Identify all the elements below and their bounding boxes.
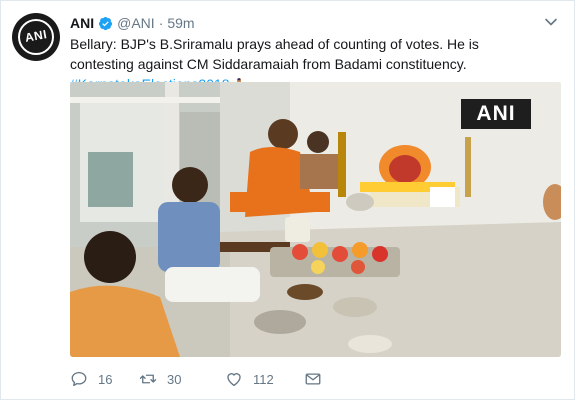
heart-icon <box>227 373 241 387</box>
tweet-timestamp[interactable]: 59m <box>167 15 194 31</box>
envelope-icon <box>305 373 321 385</box>
ani-watermark: ANI <box>461 99 531 129</box>
tweet-header: ANI @ANI · 59m <box>70 13 195 33</box>
author-handle[interactable]: @ANI <box>117 15 155 31</box>
like-count: 112 <box>253 371 274 387</box>
tweet-actions: 16 30 112 <box>70 369 322 389</box>
tweet-body: Bellary: BJP's B.Sriramalu prays ahead o… <box>70 36 479 72</box>
tweet-photo[interactable]: ANI <box>70 82 561 357</box>
reply-icon <box>71 371 87 387</box>
avatar[interactable]: ANI <box>12 13 60 61</box>
retweet-button[interactable]: 30 <box>139 370 225 388</box>
reply-count: 16 <box>98 371 113 387</box>
author-name[interactable]: ANI <box>70 15 94 31</box>
like-button[interactable]: 112 <box>225 370 304 388</box>
chevron-down-icon[interactable] <box>544 15 558 29</box>
reply-button[interactable]: 16 <box>70 370 139 388</box>
header-separator: · <box>158 15 164 31</box>
verified-badge-icon <box>99 16 113 30</box>
direct-message-button[interactable] <box>304 370 322 388</box>
tweet-card[interactable]: ANI ANI @ANI · 59m Bellary: BJP's B.Srir… <box>0 0 575 400</box>
retweet-count: 30 <box>167 371 182 387</box>
retweet-icon <box>139 374 157 384</box>
